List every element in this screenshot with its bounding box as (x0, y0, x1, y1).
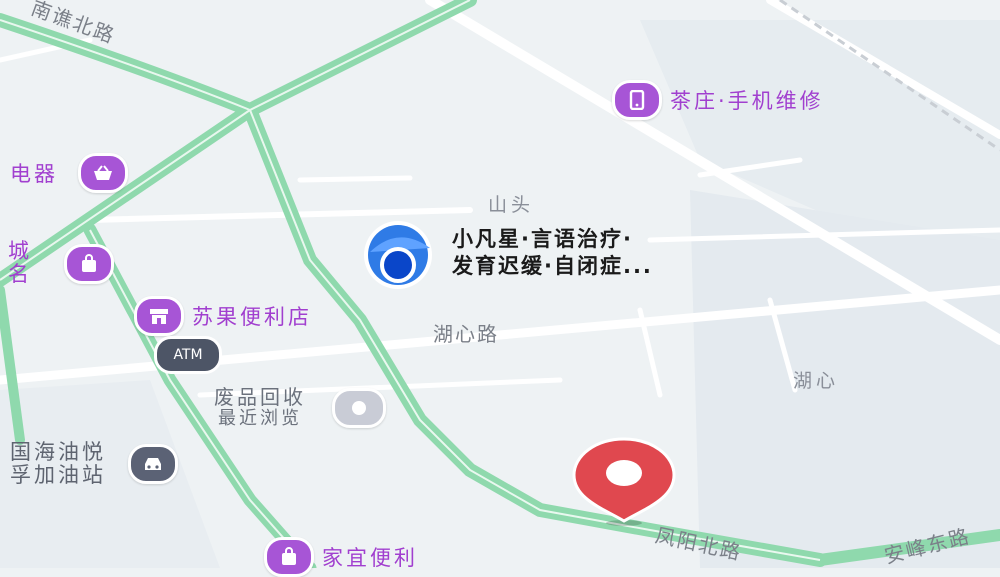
current-location-marker[interactable] (364, 221, 432, 289)
poi-mall-label-line1: 城 (8, 239, 29, 263)
atm-marker[interactable]: ATM (154, 336, 222, 374)
poi-mall[interactable] (64, 244, 114, 284)
poi-appliance[interactable]: 电器 (10, 153, 128, 193)
poi-label: 电器 (10, 162, 58, 186)
poi-recycling-label: 废品回收 最近浏览 (214, 386, 306, 430)
poi-convenience-store[interactable]: 苏果便利店 (134, 296, 312, 336)
poi-label-line2: 发育迟缓·自闭症... (452, 254, 653, 278)
poi-speech-therapy[interactable]: 小凡星·言语治疗· 发育迟缓·自闭症... (452, 226, 653, 280)
poi-gas-station-label: 国海油悦 孚加油站 (10, 441, 106, 487)
recent-marker-icon (332, 388, 386, 428)
phone-icon (612, 80, 662, 120)
poi-family-store[interactable]: 家宜便利 (264, 537, 418, 577)
poi-speech-therapy-label: 小凡星·言语治疗· 发育迟缓·自闭症... (452, 226, 653, 280)
poi-label: 苏果便利店 (192, 305, 312, 329)
poi-label-line2: 最近浏览 (218, 408, 302, 429)
poi-label-line1: 废品回收 (214, 385, 306, 409)
car-icon (128, 444, 178, 484)
destination-pin-icon[interactable] (549, 437, 699, 527)
store-icon (134, 296, 184, 336)
shopping-bag-icon (264, 537, 314, 577)
poi-mall-label: 城 名 (8, 240, 29, 286)
poi-gas-station[interactable]: 国海油悦 孚加油站 (10, 441, 178, 487)
poi-mall-label-line2: 名 (8, 262, 29, 286)
poi-label-line2: 孚加油站 (10, 463, 106, 487)
basket-icon (78, 153, 128, 193)
poi-label-line1: 小凡星·言语治疗· (452, 227, 633, 251)
area-label-shantou: 山头 (488, 194, 535, 216)
road-label-huxin: 湖心路 (433, 322, 499, 346)
shopping-bag-icon (64, 244, 114, 284)
poi-label: 茶庄·手机维修 (670, 89, 824, 113)
poi-label-line1: 国海油悦 (10, 440, 106, 464)
area-label-huxin: 湖心 (793, 370, 840, 392)
poi-recycling[interactable]: 废品回收 最近浏览 (214, 386, 386, 430)
poi-phone-repair[interactable]: 茶庄·手机维修 (612, 80, 824, 120)
